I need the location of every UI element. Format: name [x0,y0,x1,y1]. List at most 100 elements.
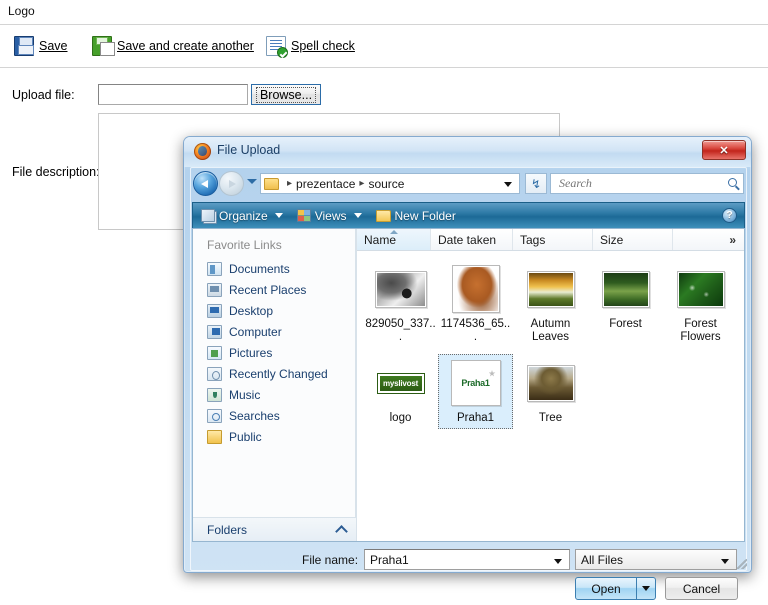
new-folder-button[interactable]: New Folder [375,209,456,223]
chevron-down-icon[interactable] [554,559,562,564]
sidebar-item-desktop[interactable]: Desktop [193,300,356,321]
open-button-dropdown[interactable] [636,578,655,599]
file-upload-dialog: File Upload ✕ ▸ prezentace ▸ source ↯ Or… [183,136,752,600]
spell-check-button[interactable]: Spell check [266,33,355,59]
thumbnail-wrap [374,263,427,315]
chevron-double-right-icon: » [729,232,736,247]
sidebar-item-music[interactable]: Music [193,384,356,405]
file-item-label: 1174536_65... [440,318,511,343]
upload-file-label: Upload file: [12,88,75,102]
sidebar-item-documents[interactable]: Documents [193,258,356,279]
file-item-label: Autumn Leaves [530,318,571,343]
sidebar-item-recent-places[interactable]: Recent Places [193,279,356,300]
file-description-label: File description: [12,165,100,179]
chevron-up-icon [335,524,348,538]
computer-icon [207,324,222,339]
sidebar-item-computer[interactable]: Computer [193,321,356,342]
file-name-label: File name: [302,553,359,567]
breadcrumb-item-source[interactable]: source [368,177,404,191]
firefox-icon [194,143,211,160]
sidebar-item-searches[interactable]: Searches [193,405,356,426]
column-header-label: Size [600,232,624,247]
file-name-value: Praha1 [370,552,409,567]
chevron-down-icon [274,213,283,218]
column-header-date-taken[interactable]: Date taken [431,229,513,250]
recently-changed-icon [207,366,222,381]
floppy-blue-icon [14,36,34,56]
chevron-down-icon[interactable] [721,559,729,564]
file-item-forest[interactable]: Forest [588,260,663,348]
desktop-icon [207,303,222,318]
file-item-label: 829050_337... [365,318,436,343]
open-button[interactable]: Open [575,577,656,600]
back-arrow-icon[interactable] [193,171,218,196]
refresh-icon[interactable]: ↯ [525,173,547,194]
folders-expander[interactable]: Folders [193,517,356,541]
thumbnail-wrap: myslivost [377,357,424,409]
column-headers: Name Date taken Tags Size » [357,229,744,251]
forward-arrow-icon[interactable] [219,171,244,196]
file-item-forest-flowers[interactable]: Forest Flowers [663,260,738,348]
sidebar-item-recently-changed[interactable]: Recently Changed [193,363,356,384]
file-type-filter-combobox[interactable]: All Files [575,549,737,570]
file-item-logo[interactable]: myslivost logo [363,354,438,429]
chevron-down-icon[interactable] [504,182,512,187]
thumbnail-wrap [676,263,725,315]
dialog-title: File Upload [217,143,281,157]
sort-ascending-icon [389,230,398,234]
thumbnail-wrap [526,357,575,409]
thumbnail [526,364,575,402]
close-button[interactable]: ✕ [702,140,746,160]
thumbnail-wrap [526,263,575,315]
search-box[interactable] [550,173,744,194]
image-preview-icon [603,272,648,306]
favorite-links-title: Favorite Links [207,238,282,252]
file-type-filter-value: All Files [581,552,624,567]
image-preview-icon [678,272,723,306]
new-folder-icon [375,209,391,222]
folders-label: Folders [207,522,248,537]
sidebar-item-label: Recently Changed [229,366,328,381]
cancel-button[interactable]: Cancel [665,577,738,600]
chevron-down-icon [353,213,362,218]
file-item-1174536[interactable]: 1174536_65... [438,260,513,348]
public-folder-icon [207,429,222,444]
file-item-autumn-leaves[interactable]: Autumn Leaves [513,260,588,348]
dialog-titlebar[interactable]: File Upload ✕ [184,137,751,167]
save-button[interactable]: Save [14,33,68,59]
dialog-bottom-bar: File name: Praha1 All Files Open Cancel [192,545,745,605]
recent-locations-chevron-icon[interactable] [247,179,257,184]
column-header-size[interactable]: Size [593,229,673,250]
file-item-label: logo [389,412,412,424]
upload-file-input[interactable] [98,84,248,105]
browse-button-label: Browse... [255,86,317,103]
column-header-more[interactable]: » [673,229,744,250]
image-preview-icon [528,366,573,400]
resize-grip[interactable] [737,559,747,569]
file-item-829050[interactable]: 829050_337... [363,260,438,348]
folder-icon [264,177,279,190]
breadcrumb-separator-0: ▸ [287,178,293,189]
sidebar-item-label: Desktop [229,303,274,318]
sidebar-item-pictures[interactable]: Pictures [193,342,356,363]
toolbar-divider [0,67,768,68]
views-menu[interactable]: Views [296,209,362,223]
cancel-button-label: Cancel [682,581,721,596]
favorite-links-sidebar: Favorite Links Documents Recent Places D… [193,229,357,541]
save-and-create-another-button[interactable]: Save and create another [92,33,254,59]
column-header-name[interactable]: Name [357,229,431,250]
help-icon[interactable]: ? [722,208,737,223]
column-header-tags[interactable]: Tags [513,229,593,250]
organize-menu[interactable]: Organize [201,209,283,223]
sidebar-item-public[interactable]: Public [193,426,356,447]
breadcrumb-item-prezentace[interactable]: prezentace [296,177,355,191]
file-name-combobox[interactable]: Praha1 [364,549,570,570]
thumbnail [526,270,575,308]
breadcrumb[interactable]: ▸ prezentace ▸ source [260,173,520,194]
search-input[interactable] [557,175,717,192]
file-item-praha1[interactable]: Praha1 Praha1 [438,354,513,429]
file-item-tree[interactable]: Tree [513,354,588,429]
thumbnail-wrap [601,263,650,315]
file-item-label: Forest Flowers [680,318,721,343]
browse-button[interactable]: Browse... [251,84,321,105]
